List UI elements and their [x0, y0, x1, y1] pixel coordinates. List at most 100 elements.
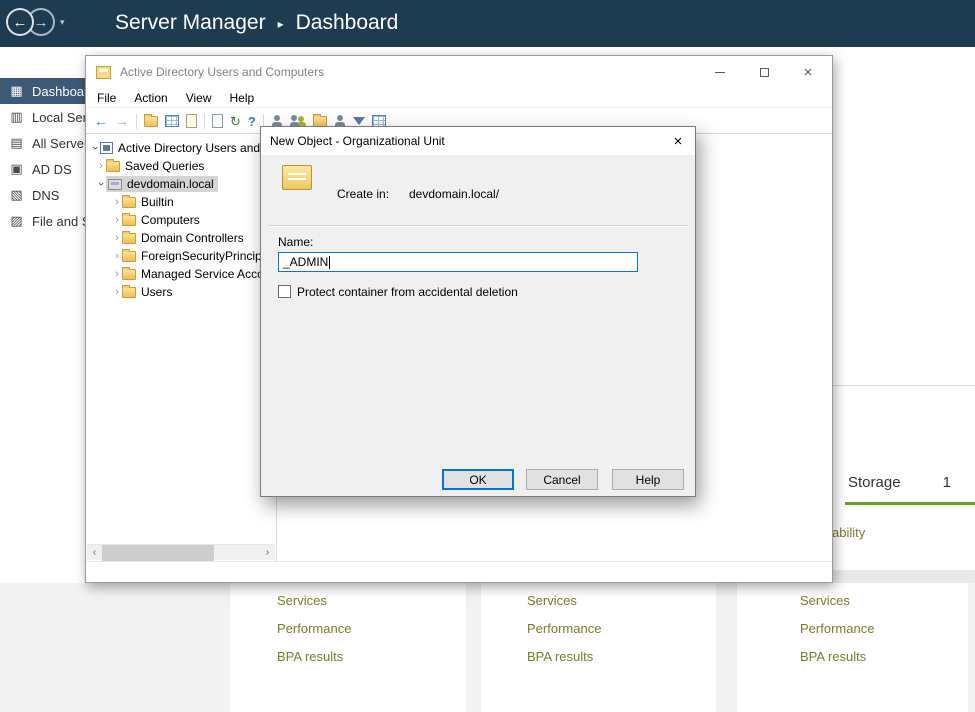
maximize-icon[interactable]: [742, 56, 786, 88]
tree-item-users[interactable]: › Users: [86, 283, 275, 301]
forward-icon[interactable]: →: [115, 114, 129, 128]
window-footer-divider: [86, 561, 832, 562]
create-ou-icon[interactable]: [312, 113, 327, 127]
menu-action[interactable]: Action: [125, 91, 176, 105]
create-in-value: devdomain.local/: [409, 187, 500, 201]
ou-name-input-value: _ADMIN: [283, 255, 329, 269]
tree-item-saved-queries[interactable]: › Saved Queries: [86, 157, 275, 175]
storage-tile-title: Storage: [848, 474, 901, 491]
create-in-label: Create in:: [337, 187, 390, 201]
menu-view[interactable]: View: [177, 91, 221, 105]
scroll-right-icon[interactable]: ›: [260, 545, 275, 561]
chevron-right-icon[interactable]: ›: [112, 196, 122, 208]
help-button[interactable]: Help: [612, 469, 684, 490]
aduc-window-title: Active Directory Users and Computers: [120, 65, 325, 79]
scrollbar-thumb[interactable]: [102, 545, 214, 561]
dialog-titlebar[interactable]: New Object - Organizational Unit ×: [261, 127, 695, 155]
tile-link-bpa-results[interactable]: BPA results: [800, 643, 968, 671]
page-title: Dashboard: [295, 11, 399, 34]
refresh-icon[interactable]: ↻: [230, 115, 241, 128]
close-icon[interactable]: ×: [786, 56, 830, 88]
export-list-icon[interactable]: [165, 115, 179, 127]
aduc-root-icon: [100, 142, 113, 154]
dns-icon: ▧: [10, 187, 23, 202]
console-tree: › Active Directory Users and Computers ›…: [86, 139, 275, 543]
organizational-unit-icon: [282, 165, 312, 190]
ok-button[interactable]: OK: [442, 469, 514, 490]
tree-root[interactable]: › Active Directory Users and Computers: [86, 139, 275, 157]
dashboard-tile-3: Services Performance BPA results: [737, 583, 968, 712]
local-server-icon: ▥: [10, 109, 23, 124]
dialog-title: New Object - Organizational Unit: [270, 134, 445, 148]
tree-item-domain-controllers[interactable]: › Domain Controllers: [86, 229, 275, 247]
help-icon[interactable]: ?: [248, 115, 256, 128]
document-icon[interactable]: [212, 114, 223, 128]
tree-item-managed-service-accounts[interactable]: › Managed Service Accounts: [86, 265, 275, 283]
menu-help[interactable]: Help: [221, 91, 264, 105]
dashboard-icon: ▦: [10, 83, 23, 98]
folder-icon: [122, 194, 136, 208]
chevron-right-icon[interactable]: ›: [112, 214, 122, 226]
back-nav-icon[interactable]: ←: [6, 8, 34, 36]
tree-item-devdomain[interactable]: › devdomain.local: [86, 175, 275, 193]
protect-container-checkbox[interactable]: [278, 285, 291, 298]
close-icon[interactable]: ×: [661, 127, 695, 155]
menu-file[interactable]: File: [88, 91, 125, 105]
toolbar-separator: [204, 113, 205, 129]
dialog-separator: [269, 225, 687, 227]
chevron-right-icon[interactable]: ›: [112, 250, 122, 262]
set-filter-icon[interactable]: [352, 117, 365, 125]
chevron-right-icon[interactable]: ›: [112, 268, 122, 280]
tile-link-performance[interactable]: Performance: [527, 615, 716, 643]
tile-link-bpa-results[interactable]: BPA results: [527, 643, 716, 671]
tile-link-services[interactable]: Services: [800, 587, 968, 615]
tree-item-label: ForeignSecurityPrincipals: [141, 249, 275, 263]
tree-item-label: Computers: [141, 213, 200, 227]
tree-item-computers[interactable]: › Computers: [86, 211, 275, 229]
aduc-app-icon: [96, 65, 111, 79]
selected-tree-item: devdomain.local: [106, 176, 218, 192]
chevron-right-icon[interactable]: ›: [112, 232, 122, 244]
menu-bar: File Action View Help: [86, 88, 832, 108]
domain-icon: [108, 178, 122, 190]
protect-container-label: Protect container from accidental deleti…: [297, 285, 518, 299]
tree-item-label: Managed Service Accounts: [141, 267, 275, 281]
folder-icon: [122, 266, 136, 280]
tree-item-label: devdomain.local: [127, 177, 214, 191]
tile-link-services[interactable]: Services: [527, 587, 716, 615]
back-icon[interactable]: ←: [94, 114, 108, 128]
properties-icon[interactable]: [186, 114, 197, 128]
folder-icon: [122, 212, 136, 226]
cancel-button[interactable]: Cancel: [526, 469, 598, 490]
up-one-level-icon[interactable]: [144, 113, 158, 127]
screen: Storage 1 Manageability Services Perform…: [0, 0, 975, 712]
folder-icon: [122, 248, 136, 262]
breadcrumb-separator-icon: ▸: [277, 17, 284, 31]
storage-tile-count: 1: [942, 474, 951, 491]
ou-name-input[interactable]: _ADMIN: [278, 252, 638, 272]
sidebar-item-label: DNS: [32, 187, 60, 203]
tile-link-performance[interactable]: Performance: [277, 615, 466, 643]
tile-link-services[interactable]: Services: [277, 587, 466, 615]
breadcrumb: Server Manager ▸ Dashboard: [115, 11, 398, 35]
dropdown-caret-icon[interactable]: ▾: [60, 17, 65, 28]
scroll-left-icon[interactable]: ‹: [87, 545, 102, 561]
chevron-right-icon[interactable]: ›: [112, 286, 122, 298]
tree-horizontal-scrollbar[interactable]: ‹ ›: [87, 544, 275, 561]
toolbar-separator: [136, 113, 137, 129]
chevron-right-icon[interactable]: ›: [96, 160, 106, 172]
storage-tile: Storage 1: [833, 47, 975, 570]
app-title: Server Manager: [115, 11, 266, 34]
tile-link-performance[interactable]: Performance: [800, 615, 968, 643]
ad-ds-icon: ▣: [10, 161, 23, 176]
tree-item-label: Active Directory Users and Computers: [118, 141, 275, 155]
folder-icon: [122, 230, 136, 244]
tree-item-label: Users: [141, 285, 173, 299]
chevron-down-icon[interactable]: ›: [95, 179, 107, 189]
tree-item-builtin[interactable]: › Builtin: [86, 193, 275, 211]
tree-item-foreign-security-principals[interactable]: › ForeignSecurityPrincipals: [86, 247, 275, 265]
aduc-titlebar[interactable]: Active Directory Users and Computers ×: [86, 56, 832, 88]
tile-link-bpa-results[interactable]: BPA results: [277, 643, 466, 671]
minimize-icon[interactable]: [698, 56, 742, 88]
dashboard-tile-2: Services Performance BPA results: [481, 583, 716, 712]
